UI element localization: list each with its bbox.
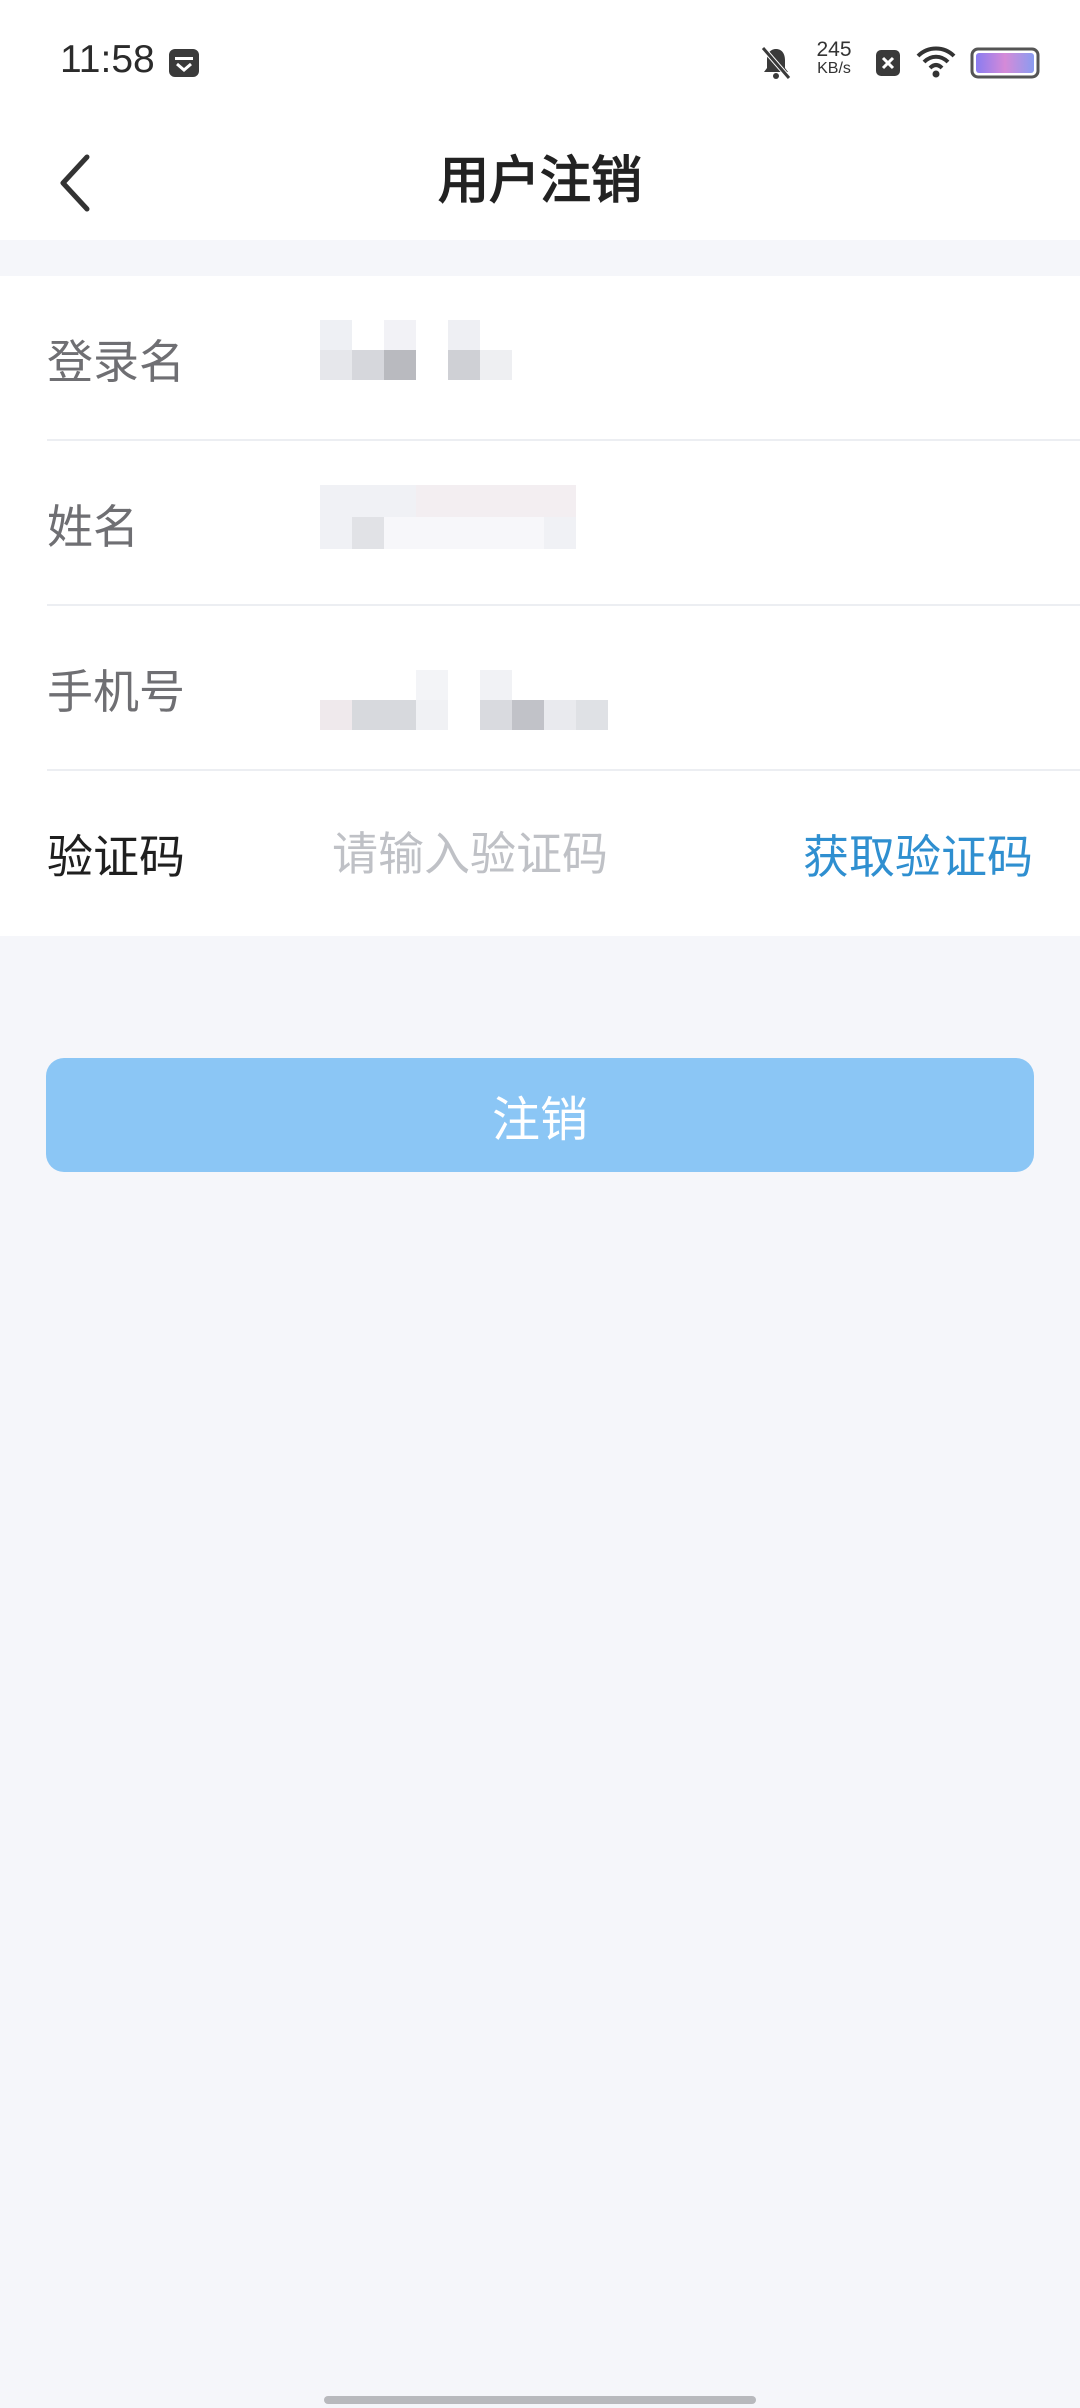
account-info-form: 登录名 姓名 手机号 验证码 请输入验证码 获取验证码 (0, 276, 1080, 936)
calendar-app-icon (169, 49, 199, 77)
net-speed: 245 KB/s (804, 38, 864, 78)
login-name-row: 登录名 (0, 276, 1080, 441)
nav-bar: 用户注销 (0, 126, 1080, 240)
status-icons: 245 KB/s (740, 0, 1080, 126)
verification-code-row: 验证码 获取验证码 (0, 771, 1080, 936)
phone-redacted-value (320, 670, 610, 730)
close-square-icon (876, 50, 900, 76)
get-code-button[interactable]: 获取验证码 (803, 821, 1033, 887)
deregister-button[interactable]: 注销 (46, 1058, 1034, 1172)
phone-row: 手机号 (0, 606, 1080, 771)
name-redacted-value (320, 485, 576, 549)
verification-code-input[interactable] (332, 826, 762, 881)
status-time: 11:58 (60, 38, 155, 81)
login-name-redacted-value (320, 320, 520, 380)
battery-icon (970, 47, 1040, 79)
name-label: 姓名 (47, 499, 139, 554)
phone-label: 手机号 (47, 664, 185, 719)
page-title: 用户注销 (437, 152, 642, 211)
home-indicator[interactable] (324, 2396, 756, 2404)
status-bar: 11:58 245 KB/s (0, 0, 1080, 126)
verification-code-label: 验证码 (47, 829, 185, 884)
name-row: 姓名 (0, 441, 1080, 606)
net-speed-value: 245 (816, 38, 852, 61)
wifi-icon (916, 46, 956, 78)
net-speed-unit: KB/s (817, 60, 851, 77)
login-name-label: 登录名 (47, 334, 185, 389)
bell-muted-icon (761, 46, 791, 80)
